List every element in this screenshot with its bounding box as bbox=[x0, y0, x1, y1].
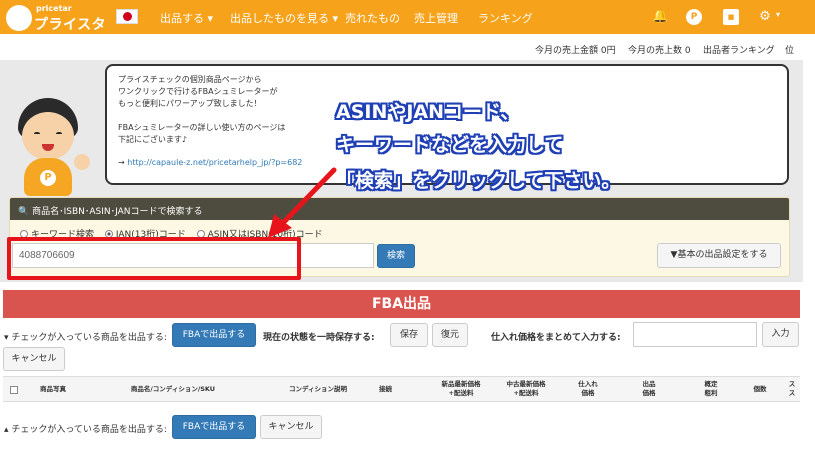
japan-flag-icon[interactable] bbox=[116, 9, 138, 24]
seller-ranking-link[interactable]: 出品者ランキング bbox=[703, 43, 775, 56]
speech-line: FBAシュミレーターの詳しい使い方のページは bbox=[118, 123, 286, 132]
mascot-illustration: P bbox=[10, 98, 98, 198]
speech-line: プライスチェックの個別商品ページから bbox=[118, 75, 262, 84]
cancel-button[interactable]: キャンセル bbox=[3, 347, 65, 371]
col-label: 出品 bbox=[642, 380, 656, 388]
col-connection: 接続 bbox=[368, 385, 403, 394]
col-product-name: 商品名/コンディション/SKU bbox=[108, 385, 238, 394]
fba-listing-title: FBA出品 bbox=[3, 290, 800, 318]
top-navbar: pricetar プライスター 出品する ▾ 出品したものを見る ▾ 売れたもの… bbox=[0, 0, 815, 53]
fba-list-button[interactable]: FBAで出品する bbox=[172, 323, 256, 347]
bulk-price-label: 仕入れ価格をまとめて入力する: bbox=[491, 333, 621, 343]
col-quantity: 個数 bbox=[745, 385, 775, 394]
basic-listing-settings-button[interactable]: ▼基本の出品設定をする bbox=[657, 243, 781, 268]
col-label: 個数 bbox=[753, 385, 767, 393]
col-label: 新品最新価格 bbox=[441, 380, 481, 388]
input-highlight-box bbox=[7, 237, 301, 280]
nav-sold-items[interactable]: 売れたもの bbox=[345, 10, 400, 26]
save-state-label: 現在の状態を一時保存する: bbox=[263, 333, 375, 343]
col-label: 接続 bbox=[379, 385, 392, 393]
profile-icon[interactable]: P bbox=[686, 9, 702, 25]
gear-caret-icon[interactable]: ▾ bbox=[776, 10, 780, 19]
rank-suffix: 位 bbox=[785, 46, 795, 56]
annotation-arrow-icon bbox=[268, 167, 337, 238]
nav-sales-management[interactable]: 売上管理 bbox=[414, 10, 458, 26]
col-label: 粗利 bbox=[704, 389, 718, 397]
col-condition-note: コンディション説明 bbox=[273, 385, 363, 394]
annotation-line3: 「検索」をクリックして下さい。 bbox=[336, 170, 621, 192]
bulk-price-input[interactable] bbox=[633, 322, 757, 347]
notice-icon[interactable]: ■ bbox=[723, 9, 739, 25]
brand-small-text: pricetar bbox=[36, 4, 72, 13]
col-label: 価格 bbox=[642, 389, 656, 397]
col-label: 中古最新価格 bbox=[506, 380, 546, 388]
speech-line: 下記にございます♪ bbox=[118, 135, 187, 144]
mascot-hand bbox=[74, 154, 90, 170]
checked-items-label: ▾ チェックが入っている商品を出品する: bbox=[4, 333, 167, 343]
listing-table-header: 商品写真 商品名/コンディション/SKU コンディション説明 接続 新品最新価格… bbox=[3, 376, 800, 402]
restore-button[interactable]: 復元 bbox=[432, 323, 468, 347]
search-heading: 🔍 商品名･ISBN･ASIN･JANコードで検索する bbox=[18, 207, 203, 217]
col-purchase-price: 仕入れ 価格 bbox=[568, 380, 608, 398]
col-product-photo: 商品写真 bbox=[31, 385, 75, 394]
col-used-price: 中古最新価格 +配送料 bbox=[496, 380, 556, 398]
mascot-eye bbox=[34, 132, 40, 135]
mascot-logo-icon bbox=[6, 5, 32, 31]
col-estimated-profit: 概定 粗利 bbox=[691, 380, 731, 398]
select-all-checkbox[interactable] bbox=[10, 386, 18, 394]
col-label: 概定 bbox=[704, 380, 718, 388]
search-heading-text: 商品名･ISBN･ASIN･JANコードで検索する bbox=[32, 207, 203, 217]
nav-view-listings[interactable]: 出品したものを見る ▾ bbox=[230, 10, 338, 26]
bottom-cancel-button[interactable]: キャンセル bbox=[260, 415, 322, 439]
save-button[interactable]: 保存 bbox=[390, 323, 428, 347]
col-label: 価格 bbox=[581, 389, 595, 397]
col-listing-price: 出品 価格 bbox=[629, 380, 669, 398]
mascot-head bbox=[22, 112, 74, 160]
col-label: コンディション説明 bbox=[288, 385, 348, 393]
link-arrow: → bbox=[118, 158, 128, 167]
bell-icon[interactable]: 🔔 bbox=[652, 9, 668, 25]
speech-line: もっと便利にパワーアップ致しました！ bbox=[118, 99, 262, 108]
col-new-price: 新品最新価格 +配送料 bbox=[431, 380, 491, 398]
search-button[interactable]: 検索 bbox=[377, 244, 415, 268]
brand-text: プライスター bbox=[34, 17, 107, 53]
bottom-fba-list-button[interactable]: FBAで出品する bbox=[172, 415, 256, 439]
monthly-sales-count: 今月の売上数 0 bbox=[628, 46, 691, 56]
nav-ranking[interactable]: ランキング bbox=[478, 10, 533, 26]
col-label: 商品写真 bbox=[40, 385, 66, 393]
col-label: ス bbox=[788, 380, 796, 388]
col-status: スス bbox=[785, 380, 799, 398]
annotation-line2: キーワードなどを入力して bbox=[336, 134, 564, 156]
gear-icon[interactable]: ⚙ bbox=[757, 9, 773, 25]
mascot-p-logo-icon: P bbox=[40, 170, 56, 186]
monthly-sales-amount: 今月の売上金額 0円 bbox=[535, 46, 616, 56]
bulk-input-button[interactable]: 入力 bbox=[762, 322, 799, 347]
speech-line: ワンクリックで行けるFBAシュミレーターが bbox=[118, 87, 278, 96]
page-scroll-edge bbox=[803, 34, 815, 450]
col-label: 商品名/コンディション/SKU bbox=[130, 385, 216, 393]
col-label: +配送料 bbox=[448, 389, 474, 397]
search-panel-header: 🔍 商品名･ISBN･ASIN･JANコードで検索する bbox=[10, 198, 789, 220]
bottom-checked-items-label: ▴ チェックが入っている商品を出品する: bbox=[4, 425, 167, 435]
mascot-eye bbox=[56, 132, 62, 135]
col-label: +配送料 bbox=[513, 389, 539, 397]
pricetar-logo[interactable]: pricetar プライスター bbox=[6, 2, 111, 53]
annotation-line1: ASINやJANコード、 bbox=[336, 101, 520, 123]
col-label: 仕入れ bbox=[578, 380, 598, 388]
col-label: ス bbox=[788, 389, 796, 397]
nav-list-items[interactable]: 出品する ▾ bbox=[160, 10, 213, 26]
